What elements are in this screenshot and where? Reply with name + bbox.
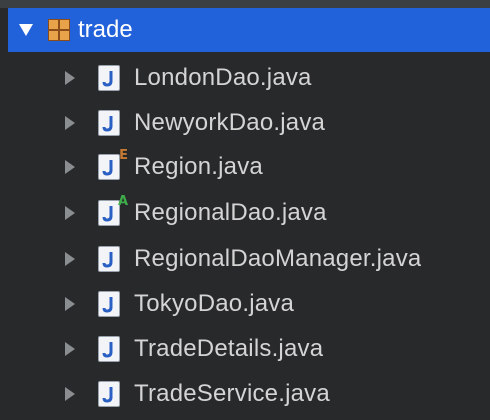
- file-label: LondonDao.java: [134, 64, 312, 91]
- file-label: TradeDetails.java: [134, 335, 324, 362]
- tree-item-region[interactable]: E Region.java: [0, 144, 490, 190]
- top-border: [0, 0, 490, 8]
- java-class-icon: [98, 381, 122, 407]
- tree-item-newyorkdao[interactable]: NewyorkDao.java: [0, 100, 490, 146]
- collapsed-triangle-icon[interactable]: [62, 295, 78, 313]
- file-label: TradeService.java: [134, 380, 330, 407]
- collapsed-triangle-icon[interactable]: [62, 69, 78, 87]
- expanded-triangle-icon[interactable]: [18, 22, 34, 38]
- collapsed-triangle-icon[interactable]: [62, 250, 78, 268]
- tree-item-tokyodao[interactable]: TokyoDao.java: [0, 281, 490, 327]
- tree-item-londondao[interactable]: LondonDao.java: [0, 55, 490, 101]
- tree-item-tradeservice[interactable]: TradeService.java: [0, 371, 490, 417]
- file-label: NewyorkDao.java: [134, 109, 326, 136]
- abstract-badge: A: [117, 194, 128, 209]
- package-icon: [48, 19, 70, 41]
- java-enum-icon: E: [98, 149, 128, 180]
- project-explorer-tree: trade LondonDao.java NewyorkDao.java E R…: [0, 0, 490, 420]
- java-class-icon: [98, 336, 122, 362]
- file-label: RegionalDaoManager.java: [134, 245, 422, 272]
- java-class-icon: [98, 291, 122, 317]
- java-class-icon: [98, 65, 122, 91]
- file-label: RegionalDao.java: [134, 199, 327, 226]
- package-label: trade: [78, 16, 133, 43]
- tree-item-regionaldao[interactable]: A RegionalDao.java: [0, 190, 490, 236]
- enum-badge: E: [119, 148, 128, 163]
- collapsed-triangle-icon[interactable]: [62, 340, 78, 358]
- package-row-trade[interactable]: trade: [8, 8, 490, 52]
- file-label: TokyoDao.java: [134, 290, 295, 317]
- collapsed-triangle-icon[interactable]: [62, 158, 78, 176]
- java-class-icon: [98, 246, 122, 272]
- tree-item-regionaldaomanager[interactable]: RegionalDaoManager.java: [0, 236, 490, 282]
- collapsed-triangle-icon[interactable]: [62, 385, 78, 403]
- java-abstract-class-icon: A: [98, 195, 128, 226]
- file-label: Region.java: [134, 153, 263, 180]
- collapsed-triangle-icon[interactable]: [62, 204, 78, 222]
- tree-item-tradedetails[interactable]: TradeDetails.java: [0, 326, 490, 372]
- collapsed-triangle-icon[interactable]: [62, 114, 78, 132]
- java-class-icon: [98, 110, 122, 136]
